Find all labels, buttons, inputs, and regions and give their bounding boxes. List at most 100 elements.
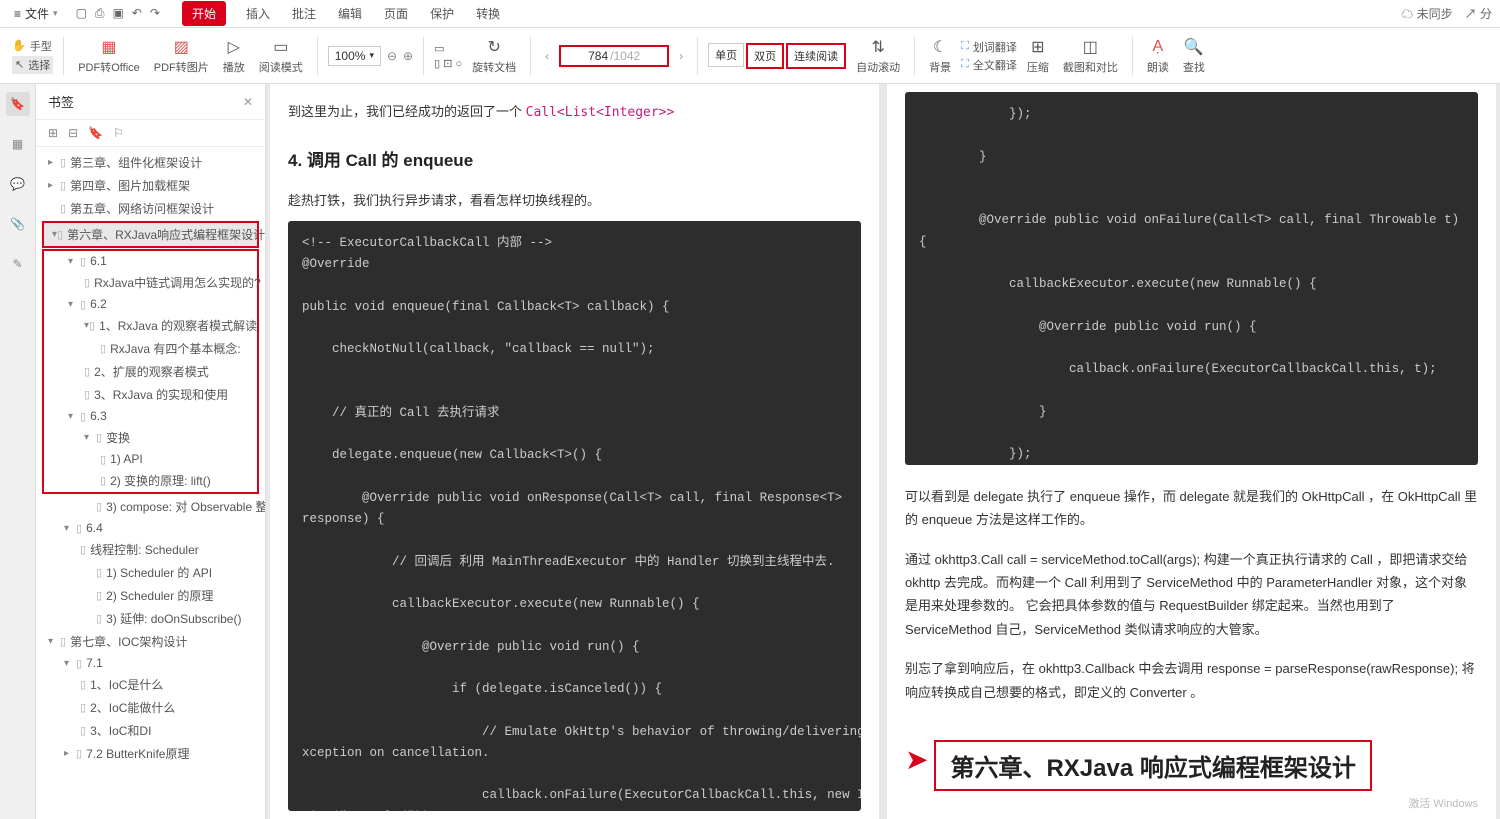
- rotate-doc[interactable]: ↻旋转文档: [468, 37, 520, 75]
- close-icon[interactable]: ✕: [243, 95, 253, 109]
- tree-63-1-2[interactable]: ▯2) 变换的原理: lift(): [44, 469, 257, 492]
- zoom-out-icon[interactable]: ⊖: [387, 49, 397, 63]
- bookmark-rail[interactable]: 🔖: [6, 92, 30, 116]
- arrow-icon: ➤: [905, 743, 928, 776]
- single-page-view[interactable]: 单页: [708, 43, 744, 67]
- chapter-title-row: ➤ 第六章、RXJava 响应式编程框架设计: [905, 728, 1478, 791]
- read-mode[interactable]: ▭阅读模式: [255, 37, 307, 75]
- collapse-all-icon[interactable]: ⊟: [68, 126, 78, 140]
- full-translate[interactable]: ⛶全文翻译: [961, 57, 1017, 73]
- continuous-view[interactable]: 连续阅读: [786, 43, 846, 69]
- find-tool[interactable]: 🔍查找: [1179, 37, 1209, 75]
- word-translate[interactable]: ⛶划词翻译: [961, 39, 1017, 55]
- tree-71[interactable]: ▾▯7.1: [40, 653, 261, 673]
- zoom-in-icon[interactable]: ⊕: [403, 49, 413, 63]
- sync-status[interactable]: ☁ 未同步: [1401, 5, 1452, 22]
- bookmark-tree: ▸▯第三章、组件化框架设计 ▸▯第四章、图片加载框架 ▯第五章、网络访问框架设计…: [36, 147, 265, 819]
- code-block-1: <!-- ExecutorCallbackCall 内部 --> @Overri…: [288, 221, 861, 811]
- open-icon[interactable]: ▢: [76, 6, 87, 21]
- tree-61[interactable]: ▾▯6.1: [44, 251, 257, 271]
- tree-62-1-1[interactable]: ▯RxJava 有四个基本概念:: [44, 337, 257, 360]
- tree-71-3[interactable]: ▯3、IoC和DI: [40, 719, 261, 742]
- windows-watermark: 激活 Windows: [905, 795, 1478, 811]
- tree-63-1-3[interactable]: ▯3) compose: 对 Observable 整体的变换: [40, 495, 261, 518]
- expand-all-icon[interactable]: ⊞: [48, 126, 58, 140]
- thumbnail-rail[interactable]: ▦: [6, 132, 30, 156]
- add-bookmark-icon[interactable]: 🔖: [88, 126, 103, 140]
- cursor-icon: ↖: [15, 58, 24, 71]
- tree-ch7[interactable]: ▾▯第七章、IOC架构设计: [40, 630, 261, 653]
- tree-62-1[interactable]: ▾▯1、RxJava 的观察者模式解读: [44, 314, 257, 337]
- zoom-level[interactable]: 100%▾: [328, 46, 381, 66]
- share-button[interactable]: ↗ 分: [1465, 5, 1492, 22]
- redo-icon[interactable]: ↷: [150, 6, 160, 21]
- tree-63[interactable]: ▾▯6.3: [44, 406, 257, 426]
- tab-protect[interactable]: 保护: [428, 1, 456, 26]
- tree-72[interactable]: ▸▯7.2 ButterKnife原理: [40, 742, 261, 765]
- doc-para1: 趁热打铁，我们执行异步请求，看看怎样切换线程的。: [288, 189, 861, 212]
- edit-rail[interactable]: ✎: [6, 252, 30, 276]
- next-page[interactable]: ›: [675, 49, 687, 63]
- left-rail: 🔖 ▦ 💬 📎 ✎: [0, 84, 36, 819]
- tree-ch4[interactable]: ▸▯第四章、图片加载框架: [40, 174, 261, 197]
- tree-64-1-1[interactable]: ▯1) Scheduler 的 API: [40, 561, 261, 584]
- tree-71-2[interactable]: ▯2、IoC能做什么: [40, 696, 261, 719]
- play-icon: ▷: [228, 37, 240, 57]
- doc-heading: 4. 调用 Call 的 enqueue: [288, 146, 861, 171]
- pdf-to-image[interactable]: ▨PDF转图片: [150, 37, 213, 75]
- tab-convert[interactable]: 转换: [474, 1, 502, 26]
- doc-para3: 通过 okhttp3.Call call = serviceMethod.toC…: [905, 548, 1478, 642]
- tree-64-1-3[interactable]: ▯3) 延伸: doOnSubscribe(): [40, 607, 261, 630]
- tree-ch5[interactable]: ▯第五章、网络访问框架设计: [40, 197, 261, 220]
- panel-header: 书签 ✕: [36, 84, 265, 120]
- tree-71-1[interactable]: ▯1、IoC是什么: [40, 673, 261, 696]
- tree-63-1[interactable]: ▾▯变换: [44, 426, 257, 449]
- code-block-2: }); } @Override public void onFailure(Ca…: [905, 92, 1478, 465]
- fit-page[interactable]: ▯ ⊡ ○: [434, 57, 462, 70]
- tab-insert[interactable]: 插入: [244, 1, 272, 26]
- screenshot-tool[interactable]: ◫截图和对比: [1059, 37, 1122, 75]
- bookmark-icon[interactable]: ⚐: [113, 126, 124, 140]
- tree-62-2[interactable]: ▯2、扩展的观察者模式: [44, 360, 257, 383]
- select-tool[interactable]: ↖选择: [12, 56, 53, 74]
- auto-scroll[interactable]: ⇅自动滚动: [852, 37, 904, 75]
- read-aloud[interactable]: Ạ朗读: [1143, 37, 1173, 75]
- double-page-view[interactable]: 双页: [746, 43, 784, 69]
- menu-bar: ≡ 文件 ▾ ▢ ⎙ ▣ ↶ ↷ 开始 插入 批注 编辑 页面 保护 转换 ☁ …: [0, 0, 1500, 28]
- print-icon[interactable]: ⎙: [95, 6, 105, 21]
- compress-tool[interactable]: ⊞压缩: [1023, 37, 1053, 75]
- background-tool[interactable]: ☾背景: [925, 37, 955, 75]
- tab-page[interactable]: 页面: [382, 1, 410, 26]
- tree-62[interactable]: ▾▯6.2: [44, 294, 257, 314]
- doc-para2: 可以看到是 delegate 执行了 enqueue 操作，而 delegate…: [905, 485, 1478, 532]
- moon-icon: ☾: [933, 37, 947, 57]
- undo-icon[interactable]: ↶: [132, 6, 142, 21]
- tree-61-1[interactable]: ▯RxJava中链式调用怎么实现的?: [44, 271, 257, 294]
- fit-width[interactable]: ▭: [434, 42, 462, 55]
- attachment-rail[interactable]: 📎: [6, 212, 30, 236]
- tree-63-1-1[interactable]: ▯1) API: [44, 449, 257, 469]
- translate-icon: ⛶: [961, 40, 969, 53]
- doc-para4: 别忘了拿到响应后，在 okhttp3.Callback 中会去调用 respon…: [905, 657, 1478, 704]
- tree-62-3[interactable]: ▯3、RxJava 的实现和使用: [44, 383, 257, 406]
- document-area[interactable]: 到这里为止，我们已经成功的返回了一个 Call<List<Integer>> 4…: [266, 84, 1500, 819]
- prev-page[interactable]: ‹: [541, 49, 553, 63]
- tree-64-1-2[interactable]: ▯2) Scheduler 的原理: [40, 584, 261, 607]
- tab-edit[interactable]: 编辑: [336, 1, 364, 26]
- file-menu[interactable]: ≡ 文件 ▾: [8, 3, 64, 24]
- save-icon[interactable]: ▣: [113, 6, 124, 21]
- rotate-icon: ↻: [487, 37, 500, 57]
- tree-64[interactable]: ▾▯6.4: [40, 518, 261, 538]
- tab-annotate[interactable]: 批注: [290, 1, 318, 26]
- pdf-image-icon: ▨: [174, 37, 189, 57]
- tree-ch3[interactable]: ▸▯第三章、组件化框架设计: [40, 151, 261, 174]
- tree-ch6[interactable]: ▾▯第六章、RXJava响应式编程框架设计: [44, 223, 257, 246]
- page-number-input[interactable]: 784 /1042: [559, 45, 669, 67]
- hand-tool[interactable]: ✋手型: [12, 38, 53, 54]
- comment-rail[interactable]: 💬: [6, 172, 30, 196]
- pdf-to-office[interactable]: ▦PDF转Office: [74, 37, 144, 75]
- tab-start[interactable]: 开始: [182, 1, 226, 26]
- tree-64-1[interactable]: ▯线程控制: Scheduler: [40, 538, 261, 561]
- play-button[interactable]: ▷播放: [219, 37, 249, 75]
- pdf-office-icon: ▦: [101, 37, 116, 57]
